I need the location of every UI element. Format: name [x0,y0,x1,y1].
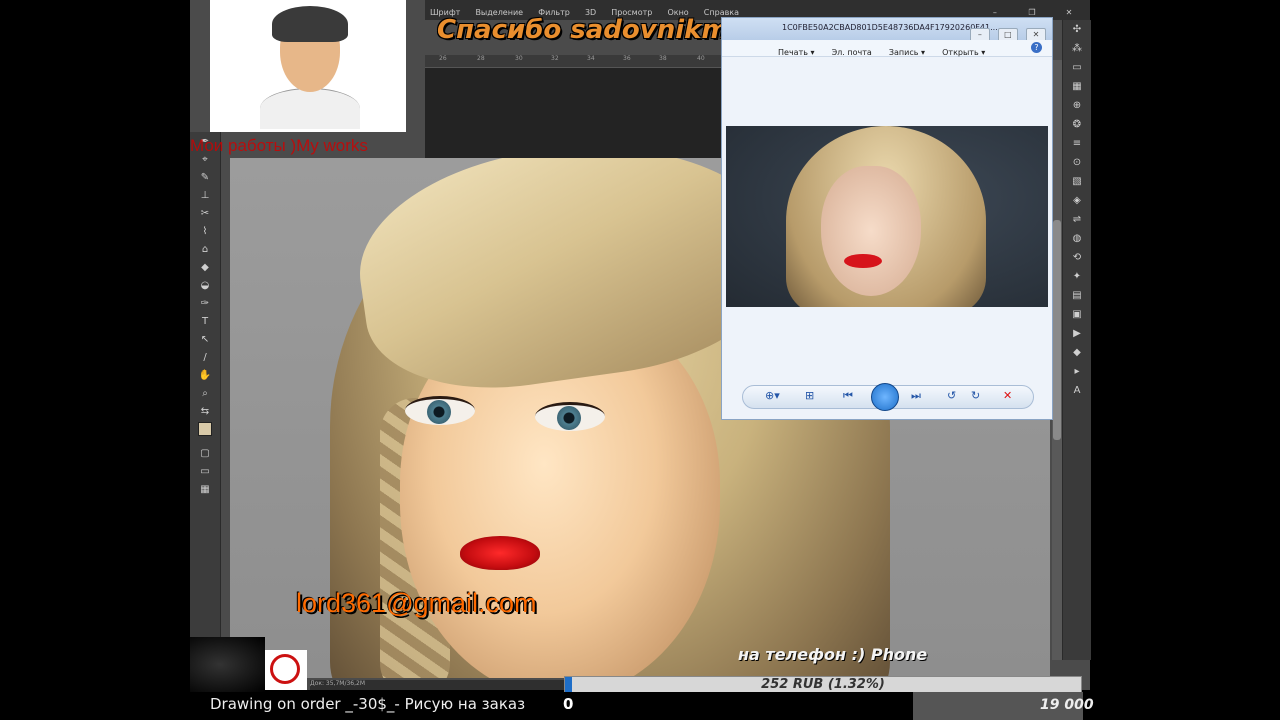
rotate-right-icon[interactable]: ↻ [971,389,980,402]
layers-icon[interactable]: ◈ [1066,192,1088,210]
reference-photo [726,126,1048,307]
styles-icon[interactable]: ❂ [1066,116,1088,134]
tools-panel: ✒ ⌖ ✎ ⊥ ✂ ⌇ ⌂ ◆ ◒ ✑ T ↖ / ✋ ⌕ ⇆ ▢ ▭ ▦ [190,132,221,637]
grid-icon[interactable]: ▦ [1066,78,1088,96]
painted-left-eye [405,396,475,425]
blur-tool-icon[interactable]: ◆ [194,259,216,276]
move-icon[interactable]: ✣ [1066,21,1088,39]
print-menu[interactable]: Печать ▾ [778,48,815,57]
actual-size-icon[interactable]: ⊞ [805,389,814,402]
rotate-left-icon[interactable]: ↺ [947,389,956,402]
portrait-sketch-overlay [210,0,406,132]
dodge-tool-icon[interactable]: ◒ [194,277,216,294]
phone-label: на телефон :) Phone [738,645,928,664]
previous-icon[interactable]: ⏮ [843,389,853,403]
viewer-controls: ⊕▾ ⊞ ⏮ ⏭ ↺ ↻ ✕ [742,383,1034,411]
restore-button[interactable]: ❐ [1021,3,1043,17]
type-tool-icon[interactable]: T [194,313,216,330]
history-icon[interactable]: ⟲ [1066,249,1088,267]
history-brush-icon[interactable]: ✂ [194,205,216,222]
minimize-button[interactable]: – [984,3,1006,17]
paragraph-icon[interactable]: ▸ [1066,363,1088,381]
my-works-label: Мои работы )My works [190,136,368,155]
viewer-menubar: Печать ▾ Эл. почта Запись ▾ Открыть ▾ ? [722,40,1052,57]
play-icon[interactable]: ▶ [1066,325,1088,343]
3d-icon[interactable]: ◆ [1066,344,1088,362]
delete-icon[interactable]: ✕ [1003,389,1012,402]
actions-icon[interactable]: ✦ [1066,268,1088,286]
photo-lips [844,254,882,268]
ruler-tick: 34 [587,55,595,62]
painted-iris [557,406,581,430]
eraser-tool-icon[interactable]: ⌇ [194,223,216,240]
swatches-icon[interactable]: ▧ [1066,173,1088,191]
ruler-tick: 40 [697,55,705,62]
progress-text: 252 RUB (1.32%) [761,677,885,692]
next-icon[interactable]: ⏭ [911,389,921,403]
ruler-tick: 38 [659,55,667,62]
painted-iris [427,400,451,424]
close-button[interactable]: ✕ [1058,3,1080,17]
pen-path-icon[interactable]: ✑ [194,295,216,312]
document-status: Док: 35,7M/36,2M [310,680,565,690]
sketch-hair [272,6,348,42]
color-icon[interactable]: ⊙ [1066,154,1088,172]
properties-icon[interactable]: ≡ [1066,135,1088,153]
zoom-icon[interactable]: ⊕▾ [765,389,780,402]
panels-dock: ✣ ⁂ ▭ ▦ ⊕ ❂ ≡ ⊙ ▧ ◈ ⇌ ◍ ⟲ ✦ ▤ ▣ ▶ ◆ ▸ A [1062,20,1091,660]
photo-face [821,166,921,296]
ruler-tick: 30 [515,55,523,62]
footer-banner: Drawing on order _-30$_- Рисую на заказ … [0,692,1280,720]
paths-icon[interactable]: ◍ [1066,230,1088,248]
character-icon[interactable]: A [1066,382,1088,400]
donation-goal: 19 000 [1040,697,1094,713]
artboard-icon[interactable]: ▦ [194,481,216,498]
navigator-icon[interactable]: ▣ [1066,306,1088,324]
contact-email: lord361@gmail.com [296,588,537,618]
webcam-feed [190,637,265,692]
ruler-tick: 26 [439,55,447,62]
ruler-tick: 36 [623,55,631,62]
help-icon[interactable]: ? [1031,42,1042,53]
order-text: Drawing on order _-30$_- Рисую на заказ [210,695,526,713]
panel-icon[interactable]: ▭ [1066,59,1088,77]
channels-icon[interactable]: ⇌ [1066,211,1088,229]
logo-circle-icon [270,654,300,684]
hand-tool-icon[interactable]: ✋ [194,367,216,384]
open-menu[interactable]: Открыть ▾ [942,48,985,57]
vertical-scrollbar[interactable] [1052,60,1062,660]
photo-viewer-window: 1C0FBE50A2CBAD801D5E48736DA4F17920260F41… [721,17,1053,420]
viewer-title: 1C0FBE50A2CBAD801D5E48736DA4F17920260F41… [782,23,998,32]
email-menu[interactable]: Эл. почта [832,48,872,57]
channel-logo [265,650,307,690]
screen-mode-icon[interactable]: ▭ [194,463,216,480]
swap-colors-icon[interactable]: ⇆ [194,403,216,420]
brush-settings-icon[interactable]: ⁂ [1066,40,1088,58]
sketch-shoulders [260,88,360,129]
slideshow-button[interactable] [871,383,899,411]
zoom-tool-icon[interactable]: ⌕ [194,385,216,402]
viewer-titlebar[interactable]: 1C0FBE50A2CBAD801D5E48736DA4F17920260F41… [722,18,1052,42]
horizontal-ruler: 26 28 30 32 34 36 38 40 [425,55,725,68]
line-tool-icon[interactable]: / [194,349,216,366]
painted-lips [460,536,540,570]
adjust-icon[interactable]: ⊕ [1066,97,1088,115]
info-icon[interactable]: ▤ [1066,287,1088,305]
brush-tool-icon[interactable]: ✎ [194,169,216,186]
ruler-tick: 28 [477,55,485,62]
ruler-tick: 32 [551,55,559,62]
color-swatch[interactable] [194,422,216,444]
scrollbar-thumb[interactable] [1053,220,1061,440]
path-select-icon[interactable]: ↖ [194,331,216,348]
painted-right-eye [535,402,605,431]
order-counter: 0 [563,695,574,713]
quick-mask-icon[interactable]: ▢ [194,445,216,462]
burn-menu[interactable]: Запись ▾ [889,48,925,57]
workspace-dark-area [425,68,725,158]
bucket-tool-icon[interactable]: ⌂ [194,241,216,258]
stamp-tool-icon[interactable]: ⊥ [194,187,216,204]
